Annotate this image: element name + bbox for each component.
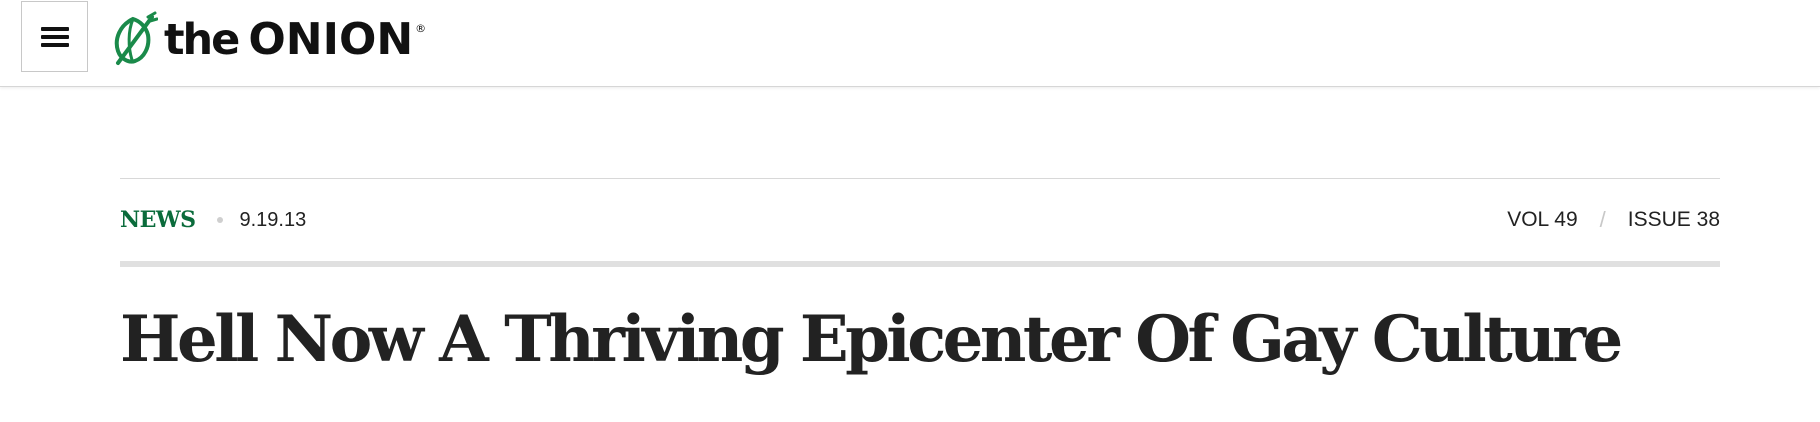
logo-word-the: the xyxy=(164,14,240,65)
publish-date: 9.19.13 xyxy=(239,208,307,231)
registered-mark: ® xyxy=(415,21,427,35)
article-meta-right: VOL 49 / ISSUE 38 xyxy=(1507,207,1720,233)
logo-word-onion: ONION xyxy=(248,13,414,65)
meta-separator-dot xyxy=(217,217,224,223)
divider-top xyxy=(120,178,1720,179)
menu-button[interactable] xyxy=(21,1,88,72)
onion-logo-icon xyxy=(114,11,158,65)
article-meta: NEWS 9.19.13 VOL 49 / ISSUE 38 xyxy=(120,198,1720,242)
issue-label: ISSUE 38 xyxy=(1627,208,1720,231)
volume-issue-separator: / xyxy=(1599,207,1606,232)
divider-thick xyxy=(120,261,1720,267)
site-header: the ONION ® xyxy=(0,0,1820,87)
category-link[interactable]: NEWS xyxy=(120,207,196,233)
site-logo[interactable]: the ONION ® xyxy=(108,10,426,68)
volume-label: VOL 49 xyxy=(1507,208,1578,231)
article-meta-left: NEWS 9.19.13 xyxy=(120,207,306,233)
article-headline: Hell Now A Thriving Epicenter Of Gay Cul… xyxy=(120,302,1623,377)
logo-wordmark: the ONION ® xyxy=(164,14,426,65)
hamburger-menu-icon xyxy=(40,26,69,47)
